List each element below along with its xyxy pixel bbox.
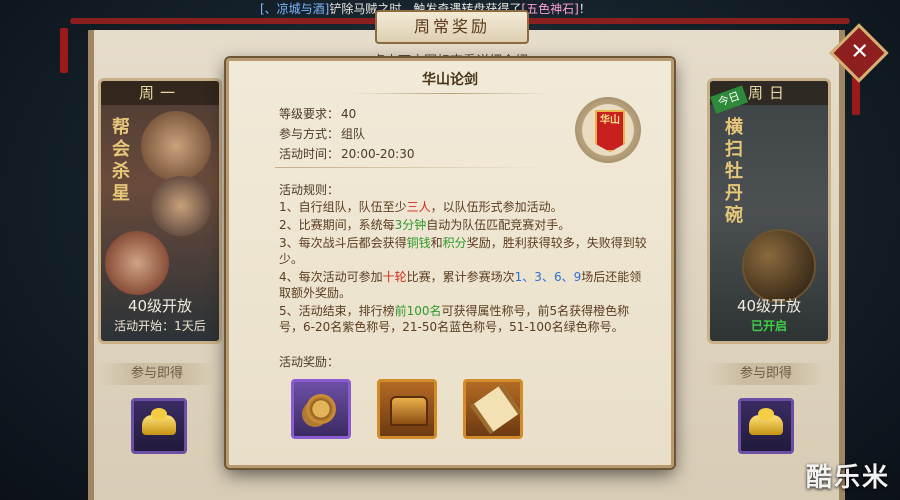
time-key: 活动时间： — [279, 147, 340, 161]
rule-5: 5、活动结束，排行榜前100名可获得属性称号，前5名获得橙色称号，6-20名紫色… — [279, 303, 649, 335]
rule-text: ，以队伍形式参加活动。 — [430, 200, 563, 214]
rules-heading: 活动规则： — [279, 183, 340, 197]
mode-key: 参与方式： — [279, 127, 340, 141]
rule-3: 3、每次战斗后都会获得铜钱和积分奖励，胜利获得较多，失败得到较少。 — [279, 235, 649, 267]
rule-text: 和 — [430, 236, 443, 250]
reward-item-chest[interactable] — [377, 379, 437, 439]
day-label: 周一 — [101, 81, 219, 105]
rule-text: 5、活动结束，排行榜 — [279, 304, 395, 318]
rule-highlight: 铜钱 — [406, 236, 431, 250]
close-icon: ✕ — [850, 39, 869, 65]
rule-highlight: 3分钟 — [394, 218, 427, 232]
rule-text: 1、自行组队，队伍至少 — [279, 200, 407, 214]
join-reward-label: 参与即得 — [98, 363, 216, 385]
character-portrait — [151, 176, 211, 236]
rule-highlight: 三人 — [406, 200, 431, 214]
rule-highlight: 1、3、6、9 — [514, 270, 582, 284]
emblem-flag: 华山 — [595, 110, 625, 152]
huashan-flag-icon: 华山 — [575, 97, 641, 163]
broadcast-item[interactable]: [五色神石] — [521, 2, 578, 16]
broadcast-player-link[interactable]: [、凉城与酒] — [260, 2, 329, 16]
activity-name-vertical: 帮会杀星 — [112, 117, 130, 204]
reward-item-coins[interactable] — [291, 379, 351, 439]
rule-text: 2、比赛期间，系统每 — [279, 218, 395, 232]
unlock-level: 40级开放 — [736, 297, 802, 315]
activity-time: 活动时间： 20:00-20:30 — [279, 145, 415, 162]
copper-coins-icon — [306, 394, 336, 424]
rule-1: 1、自行组队，队伍至少三人，以队伍形式参加活动。 — [279, 199, 649, 215]
section-divider — [275, 167, 550, 168]
title-divider — [349, 93, 551, 94]
reward-item-scroll[interactable] — [463, 379, 523, 439]
rule-text: 比赛，累计参赛场次 — [406, 270, 515, 284]
treasure-chest-icon — [390, 396, 428, 426]
unlock-level: 40级开放 — [127, 297, 193, 315]
activity-name-vertical: 横扫牡丹碗 — [725, 117, 743, 226]
rule-highlight: 十轮 — [382, 270, 407, 284]
join-reward-label: 参与即得 — [707, 363, 825, 385]
reward-slot[interactable] — [738, 398, 794, 454]
panel-title: 周常奖励 — [375, 10, 529, 44]
rule-highlight: 积分 — [442, 236, 467, 250]
reward-slot[interactable] — [131, 398, 187, 454]
title-scroll-icon — [470, 384, 522, 434]
character-portrait — [141, 111, 211, 181]
dialog-title: 华山论剑 — [422, 72, 478, 88]
activity-card-sunday[interactable]: 周日 今日 横扫牡丹碗 40级开放 已开启 — [707, 78, 831, 344]
gold-ingot-icon — [142, 408, 176, 435]
watermark-logo: 酷乐米 — [805, 463, 890, 493]
mode-value: 组队 — [341, 127, 366, 141]
participation-mode: 参与方式： 组队 — [279, 125, 365, 142]
character-portrait — [105, 231, 169, 295]
gold-ingot-icon — [749, 408, 783, 435]
rule-4: 4、每次活动可参加十轮比赛，累计参赛场次1、3、6、9场后还能领取额外奖励。 — [279, 269, 649, 301]
rewards-heading: 活动奖励： — [279, 355, 340, 369]
rule-highlight: 前100名 — [394, 304, 442, 318]
emblem-text: 华山 — [600, 115, 620, 126]
level-requirement: 等级要求： 40 — [279, 105, 356, 122]
activity-card-monday[interactable]: 周一 帮会杀星 40级开放 活动开始：1天后 — [98, 78, 222, 344]
broadcast-end: ！ — [578, 2, 591, 16]
activity-status: 已开启 — [750, 319, 787, 333]
activity-detail-dialog: 华山论剑 等级要求： 40 参与方式： 组队 活动时间： 20:00-20:30 华山… — [226, 58, 674, 468]
level-key: 等级要求： — [279, 107, 340, 121]
rule-text: 自动为队伍匹配竞赛对手。 — [426, 218, 571, 232]
rule-text: 4、每次活动可参加 — [279, 270, 383, 284]
level-value: 40 — [341, 107, 357, 121]
rule-text: 3、每次战斗后都会获得 — [279, 236, 407, 250]
ball-icon — [742, 229, 816, 303]
time-value: 20:00-20:30 — [341, 147, 415, 161]
activity-status: 活动开始：1天后 — [114, 319, 206, 333]
rule-2: 2、比赛期间，系统每3分钟自动为队伍匹配竞赛对手。 — [279, 217, 649, 233]
left-tassel — [60, 28, 68, 73]
